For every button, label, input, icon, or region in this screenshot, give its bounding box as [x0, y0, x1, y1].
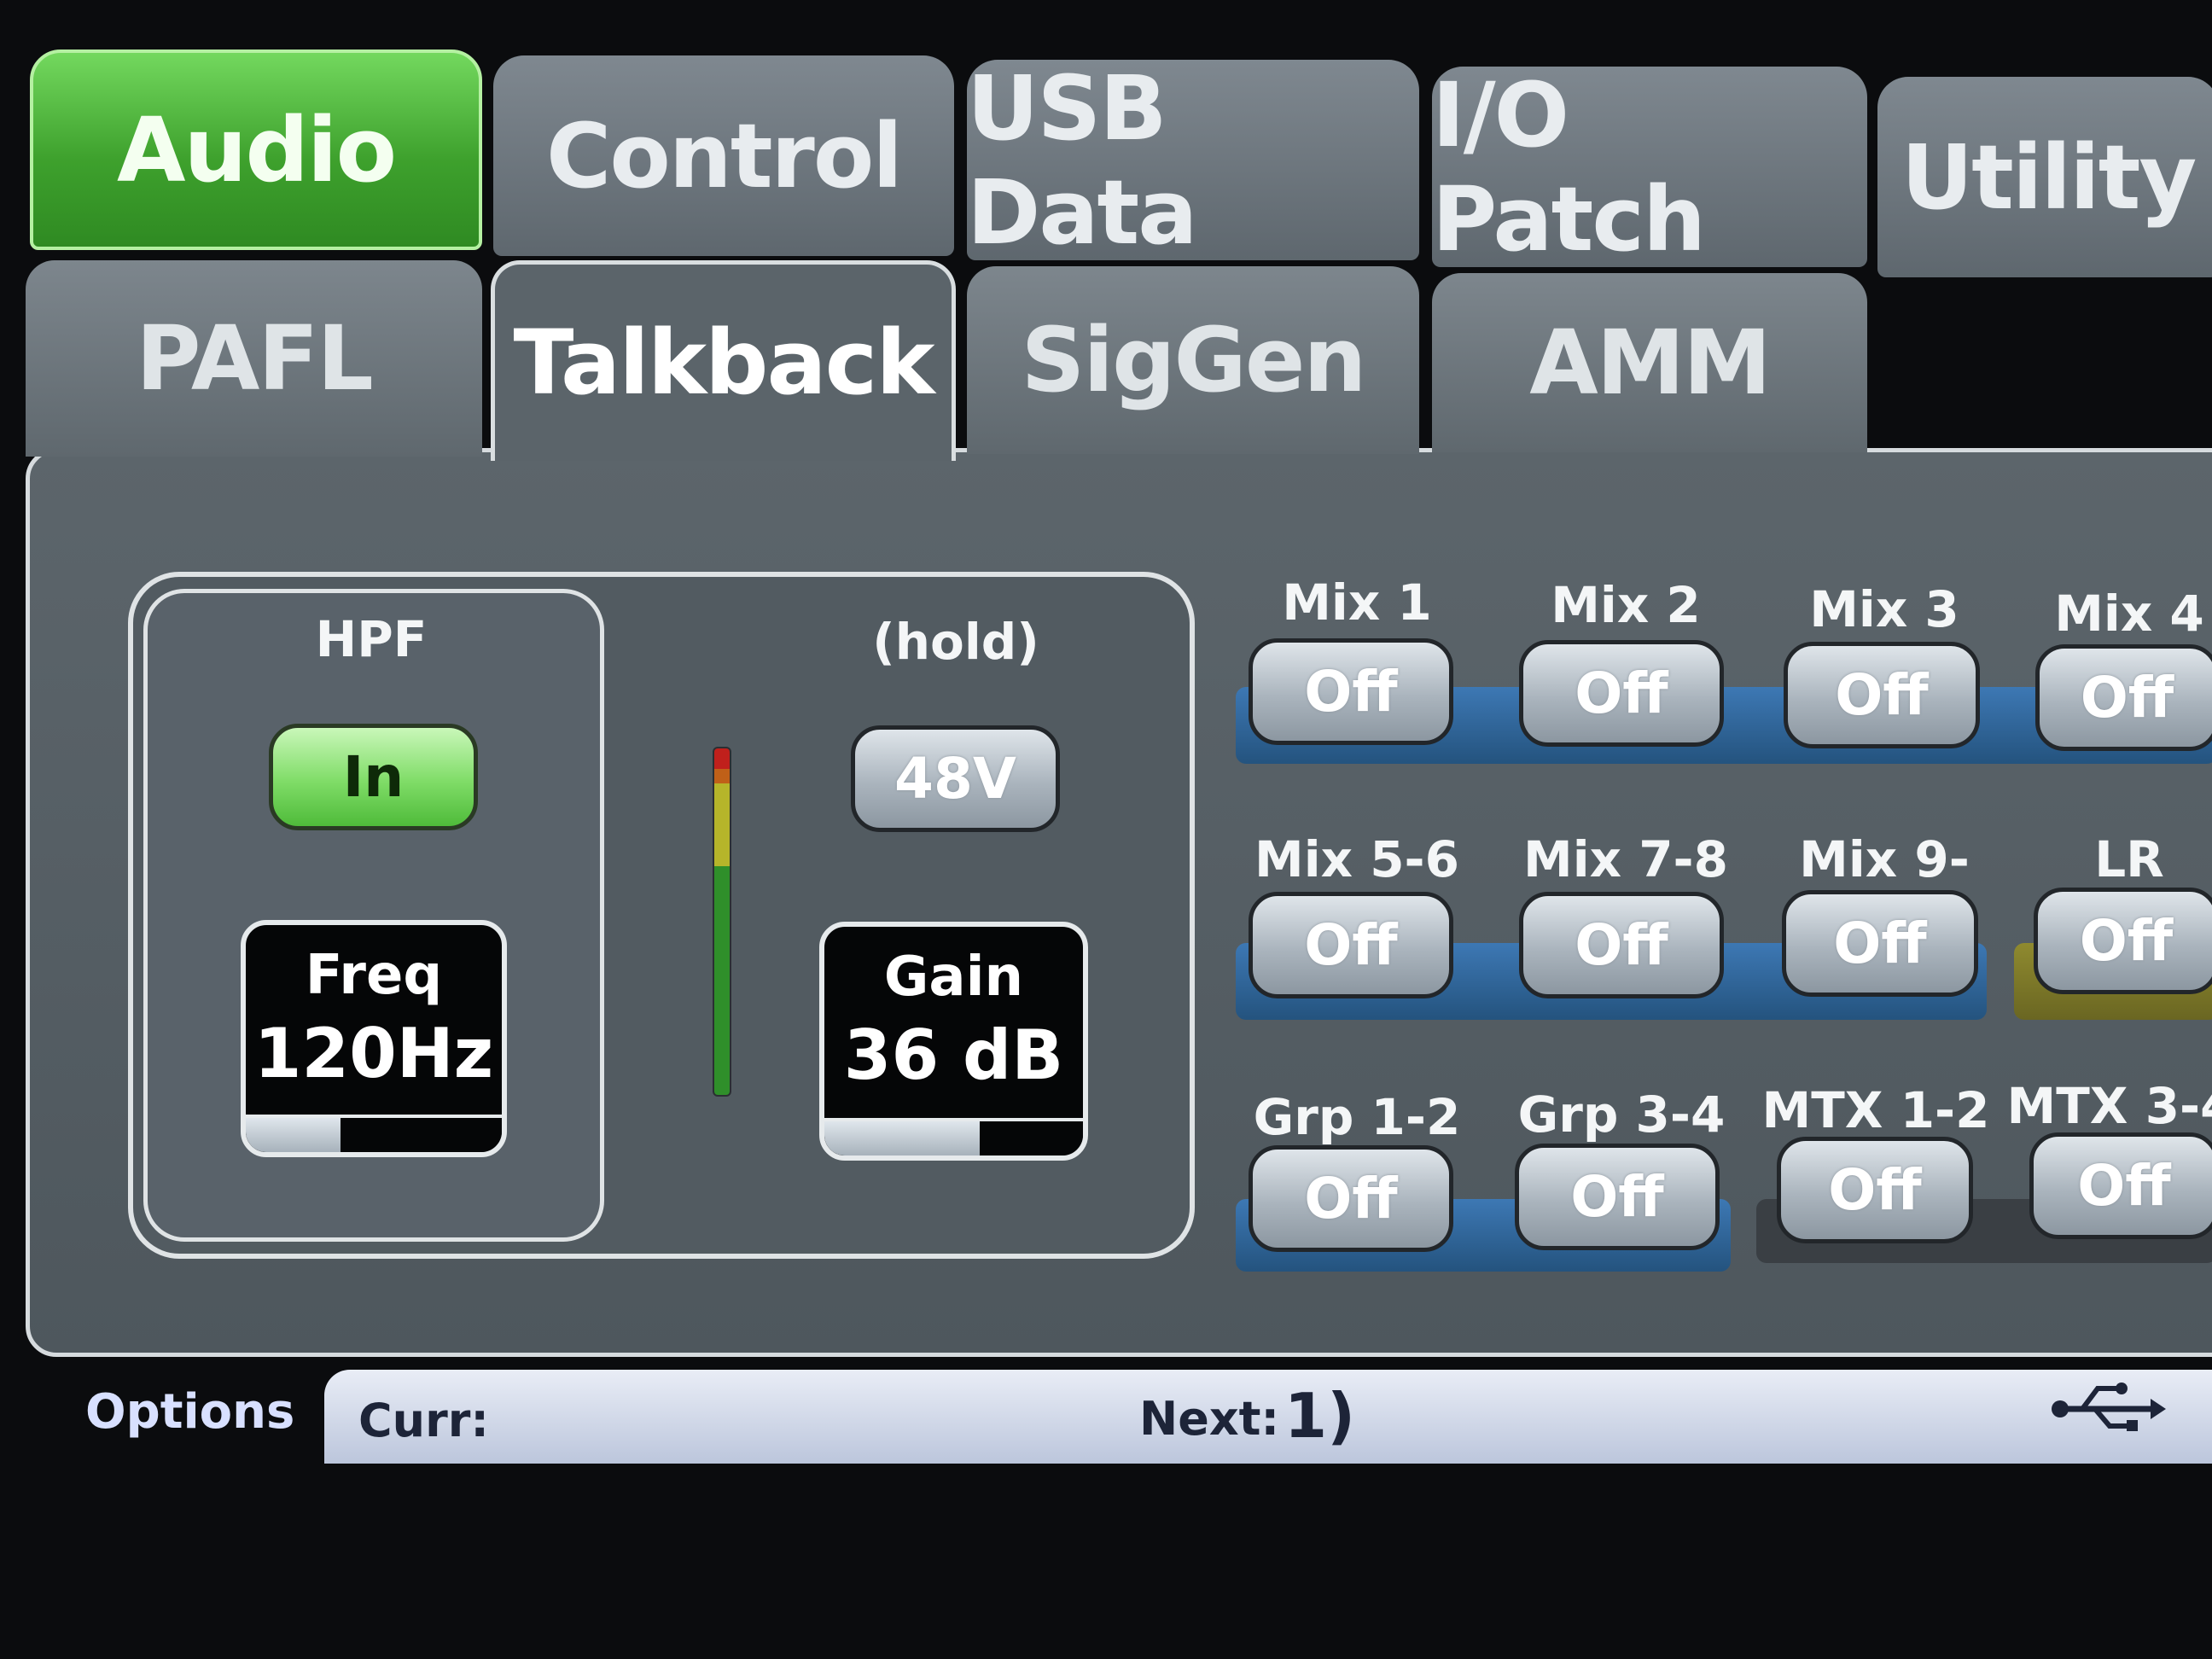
assign-label-mix-2: Mix 2: [1551, 576, 1701, 634]
tab-io-patch[interactable]: I/O Patch: [1432, 63, 1867, 271]
tab-utility-label: Utility: [1901, 125, 2197, 230]
next-scene-value: 1): [1284, 1380, 1356, 1452]
usb-icon: [2052, 1382, 2166, 1431]
gain-level-bar: [824, 1118, 1083, 1155]
assign-label-mix-1: Mix 1: [1282, 573, 1432, 632]
tab-control-label: Control: [546, 103, 903, 208]
assign-label-mix-5-6: Mix 5-6: [1254, 830, 1459, 888]
assign-label-mix-7-8: Mix 7-8: [1523, 830, 1728, 888]
freq-label: Freq: [305, 944, 443, 1007]
options-button[interactable]: Options: [85, 1384, 294, 1440]
tab-utility[interactable]: Utility: [1877, 77, 2212, 277]
hpf-in-button[interactable]: In: [269, 724, 478, 830]
gain-level-fill: [824, 1121, 980, 1155]
assign-button-mtx-1-2[interactable]: Off: [1777, 1137, 1973, 1243]
assign-button-mtx-3-4[interactable]: Off: [2029, 1132, 2212, 1239]
hold-label: (hold): [872, 613, 1039, 671]
assign-label-mtx-3-4: MTX 3-4: [2006, 1077, 2212, 1135]
subtab-talkback-label: Talkback: [513, 311, 935, 415]
subtab-siggen-label: SigGen: [1021, 308, 1367, 412]
assign-button-mix-4[interactable]: Off: [2035, 644, 2212, 751]
subtab-talkback[interactable]: Talkback: [491, 260, 956, 461]
freq-level-fill: [246, 1118, 341, 1152]
assign-label-mix-3: Mix 3: [1809, 580, 1959, 638]
current-scene-label: Curr:: [358, 1394, 489, 1447]
subtab-siggen[interactable]: SigGen: [967, 266, 1419, 454]
tab-control[interactable]: Control: [493, 55, 954, 256]
gain-control[interactable]: Gain 36 dB: [819, 922, 1088, 1161]
assign-label-mix-4: Mix 4: [2054, 585, 2204, 643]
tab-usb-data[interactable]: USB Data: [967, 56, 1419, 265]
subtab-pafl-label: PAFL: [136, 306, 373, 410]
freq-level-bar: [246, 1115, 502, 1152]
tab-audio-label: Audio: [116, 97, 397, 202]
assign-button-mix-2[interactable]: Off: [1519, 640, 1724, 747]
freq-control[interactable]: Freq 120Hz: [241, 920, 507, 1157]
assign-label-mtx-1-2: MTX 1-2: [1761, 1081, 1990, 1139]
tab-audio[interactable]: Audio: [30, 49, 482, 250]
assign-button-mix-1[interactable]: Off: [1249, 638, 1453, 745]
subtab-amm-label: AMM: [1529, 311, 1771, 415]
gain-label: Gain: [883, 946, 1024, 1009]
subtab-pafl[interactable]: PAFL: [26, 260, 482, 457]
assign-button-grp-3-4[interactable]: Off: [1515, 1144, 1720, 1250]
gain-value: 36 dB: [843, 1016, 1064, 1095]
next-scene-label: Next:: [1139, 1392, 1280, 1446]
assign-label-lr: LR: [2094, 830, 2164, 888]
phantom-48v-button[interactable]: 48V: [851, 725, 1060, 832]
assign-label-grp-1-2: Grp 1-2: [1253, 1088, 1461, 1146]
subtab-amm[interactable]: AMM: [1432, 273, 1867, 452]
assign-button-mix-5-6[interactable]: Off: [1249, 892, 1453, 998]
assign-button-lr[interactable]: Off: [2034, 888, 2212, 994]
hpf-label: HPF: [315, 610, 428, 668]
assign-button-mix-7-8[interactable]: Off: [1519, 892, 1724, 998]
talkback-level-meter: [713, 747, 731, 1097]
assign-button-mix-3[interactable]: Off: [1784, 642, 1980, 748]
assign-button-grp-1-2[interactable]: Off: [1249, 1145, 1453, 1252]
assign-button-mix-9-10[interactable]: Off: [1782, 890, 1978, 997]
scene-status-bar: Curr: Next: 1): [324, 1370, 2212, 1464]
freq-value: 120Hz: [253, 1014, 494, 1093]
tab-io-patch-label: I/O Patch: [1432, 62, 1706, 271]
tab-usb-data-label: USB Data: [967, 55, 1197, 265]
assign-label-grp-3-4: Grp 3-4: [1517, 1086, 1726, 1144]
